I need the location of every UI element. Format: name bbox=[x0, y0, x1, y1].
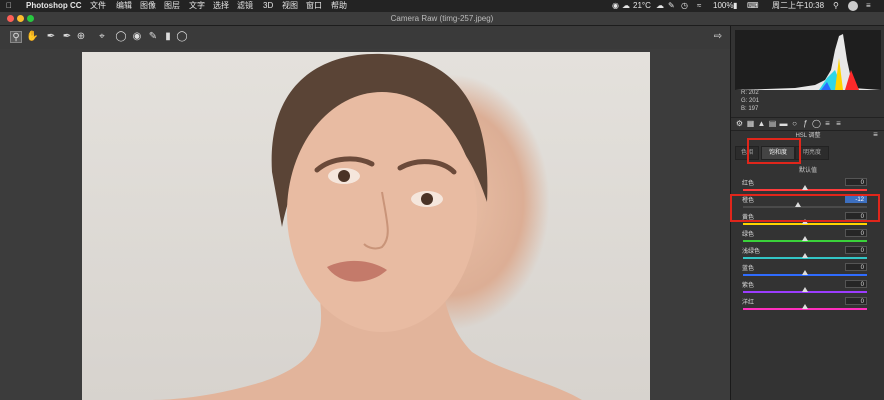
menu-select[interactable]: 选择 bbox=[213, 0, 229, 12]
aqua-saturation-value[interactable]: 0 bbox=[845, 246, 867, 254]
menu-bar:  Photoshop CC 文件 编辑 图像 图层 文字 选择 滤镜 3D 视… bbox=[0, 0, 884, 12]
green-saturation-slider-thumb[interactable] bbox=[802, 236, 808, 241]
purple-saturation-slider-thumb[interactable] bbox=[802, 287, 808, 292]
histogram bbox=[735, 30, 881, 90]
snapshots-icon[interactable]: ≡ bbox=[834, 119, 843, 128]
menu-3d[interactable]: 3D bbox=[263, 0, 273, 12]
menu-layer[interactable]: 图层 bbox=[164, 0, 180, 12]
spotlight-icon[interactable]: ⚲ bbox=[833, 0, 839, 12]
target-adjustment-tool-icon[interactable]: ⊕ bbox=[75, 31, 87, 43]
aqua-saturation-label: 浅绿色 bbox=[742, 249, 761, 255]
straighten-tool-icon[interactable]: ◯ bbox=[115, 31, 127, 43]
menu-view[interactable]: 视图 bbox=[282, 0, 298, 12]
input-method-icon[interactable]: ⌨ bbox=[747, 0, 759, 12]
cloud-icon[interactable]: ☁ bbox=[656, 0, 664, 12]
battery-percent[interactable]: 100% bbox=[713, 0, 733, 12]
pen-icon[interactable]: ✎ bbox=[668, 0, 675, 12]
hand-tool-icon[interactable]: ✋ bbox=[26, 31, 38, 43]
basic-panel-icon[interactable]: ⚙ bbox=[735, 119, 744, 128]
red-saturation-label: 红色 bbox=[742, 181, 755, 187]
effects-icon[interactable]: ƒ bbox=[801, 119, 810, 128]
weather-icon[interactable]: ☁ bbox=[622, 0, 630, 12]
menu-edit[interactable]: 编辑 bbox=[116, 0, 132, 12]
default-link[interactable]: 默认值 bbox=[731, 165, 884, 174]
aqua-saturation-slider-thumb[interactable] bbox=[802, 253, 808, 258]
crop-tool-icon[interactable]: ⌖ bbox=[96, 31, 108, 43]
magenta-saturation-label: 洋红 bbox=[742, 300, 755, 306]
portrait-illustration bbox=[152, 53, 582, 400]
histogram-graph bbox=[735, 34, 881, 90]
green-saturation-label: 绿色 bbox=[742, 232, 755, 238]
window-title: Camera Raw (timg-257.jpeg) bbox=[390, 14, 494, 23]
hsl-icon[interactable]: ▤ bbox=[768, 119, 777, 128]
red-saturation-slider-thumb[interactable] bbox=[802, 185, 808, 190]
menu-help[interactable]: 帮助 bbox=[331, 0, 347, 12]
camera-calibration-icon[interactable]: ◯ bbox=[812, 119, 821, 128]
green-saturation-value[interactable]: 0 bbox=[845, 229, 867, 237]
presets-icon[interactable]: ≡ bbox=[823, 119, 832, 128]
menu-image[interactable]: 图像 bbox=[140, 0, 156, 12]
lens-corrections-icon[interactable]: ○ bbox=[790, 119, 799, 128]
white-balance-tool-icon[interactable]: ✒ bbox=[45, 31, 57, 43]
detail-icon[interactable]: ▲ bbox=[757, 119, 766, 128]
split-toning-icon[interactable]: ▬ bbox=[779, 119, 788, 128]
app-menu[interactable]: Photoshop CC bbox=[26, 0, 82, 12]
magenta-saturation-value[interactable]: 0 bbox=[845, 297, 867, 305]
user-avatar[interactable] bbox=[848, 1, 858, 11]
open-in-photoshop-icon[interactable]: ⇨ bbox=[712, 31, 724, 43]
orange-row-highlight bbox=[730, 194, 880, 222]
panel-tab-icons: ⚙ ▦ ▲ ▤ ▬ ○ ƒ ◯ ≡ ≡ bbox=[731, 117, 884, 131]
temperature-text[interactable]: 21°C bbox=[633, 0, 651, 12]
magenta-saturation-slider-thumb[interactable] bbox=[802, 304, 808, 309]
portrait-photo bbox=[82, 52, 650, 400]
radial-filter-icon[interactable]: ◯ bbox=[176, 31, 188, 43]
menu-filter[interactable]: 滤镜 bbox=[237, 0, 253, 12]
tone-curve-icon[interactable]: ▦ bbox=[746, 119, 755, 128]
saturation-tab-highlight bbox=[747, 138, 801, 164]
red-eye-tool-icon[interactable]: ◉ bbox=[131, 31, 143, 43]
clock-icon[interactable]: ◷ bbox=[681, 0, 688, 12]
menu-window[interactable]: 窗口 bbox=[306, 0, 322, 12]
wifi-icon[interactable]: ≈ bbox=[697, 0, 701, 12]
apple-menu-icon[interactable]:  bbox=[6, 0, 12, 12]
adjustments-panel: R: 202 G: 201 B: 197 ⚙ ▦ ▲ ▤ ▬ ○ ƒ ◯ ≡ ≡… bbox=[730, 26, 884, 400]
battery-icon[interactable]: ▮ bbox=[733, 0, 737, 12]
purple-saturation-value[interactable]: 0 bbox=[845, 280, 867, 288]
wechat-icon[interactable]: ◉ bbox=[612, 0, 619, 12]
datetime[interactable]: 周二上午10:38 bbox=[772, 0, 824, 12]
g-readout: G: 201 bbox=[741, 98, 760, 104]
color-sampler-tool-icon[interactable]: ✒ bbox=[61, 31, 73, 43]
purple-saturation-label: 紫色 bbox=[742, 283, 755, 289]
panel-menu-icon[interactable]: ≡ bbox=[871, 130, 880, 139]
r-readout: R: 202 bbox=[741, 90, 759, 96]
zoom-tool-icon[interactable]: ⚲ bbox=[10, 31, 22, 43]
camera-raw-toolbar: ⚲ ✋ ✒ ✒ ⊕ ⌖ ◯ ◉ ✎ ▮ ◯ ⇨ bbox=[0, 26, 730, 50]
image-canvas[interactable] bbox=[0, 49, 730, 400]
blue-saturation-slider-thumb[interactable] bbox=[802, 270, 808, 275]
b-readout: B: 197 bbox=[741, 106, 759, 112]
blue-saturation-label: 蓝色 bbox=[742, 266, 755, 272]
graduated-filter-icon[interactable]: ▮ bbox=[162, 31, 174, 43]
notification-center-icon[interactable]: ≡ bbox=[866, 0, 871, 12]
menu-type[interactable]: 文字 bbox=[189, 0, 205, 12]
menu-file[interactable]: 文件 bbox=[90, 0, 106, 12]
red-saturation-value[interactable]: 0 bbox=[845, 178, 867, 186]
blue-saturation-value[interactable]: 0 bbox=[845, 263, 867, 271]
window-title-bar: Camera Raw (timg-257.jpeg) bbox=[0, 12, 884, 26]
adjustment-brush-icon[interactable]: ✎ bbox=[147, 31, 159, 43]
